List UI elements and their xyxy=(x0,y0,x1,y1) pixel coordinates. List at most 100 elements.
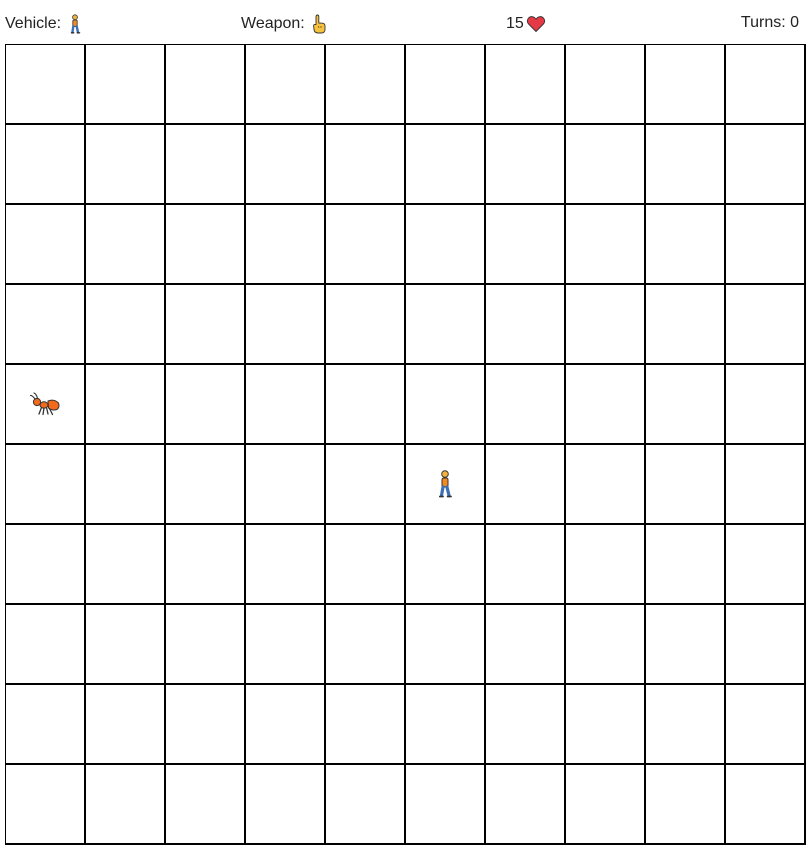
board-cell[interactable] xyxy=(486,205,564,283)
board-cell[interactable] xyxy=(6,525,84,603)
board-cell[interactable] xyxy=(646,285,724,363)
board-cell[interactable] xyxy=(6,445,84,523)
board-cell[interactable] xyxy=(246,685,324,763)
board-cell[interactable] xyxy=(486,45,564,123)
board-cell[interactable] xyxy=(6,765,84,843)
board-cell[interactable] xyxy=(6,45,84,123)
board-cell[interactable] xyxy=(406,205,484,283)
board-cell[interactable] xyxy=(486,365,564,443)
board-cell[interactable] xyxy=(166,445,244,523)
board-cell[interactable] xyxy=(486,685,564,763)
board-cell[interactable] xyxy=(566,445,644,523)
board-cell[interactable] xyxy=(566,765,644,843)
board-cell[interactable] xyxy=(406,445,484,523)
board-cell[interactable] xyxy=(86,445,164,523)
board-cell[interactable] xyxy=(86,605,164,683)
board-cell[interactable] xyxy=(406,765,484,843)
board-cell[interactable] xyxy=(726,45,804,123)
board-cell[interactable] xyxy=(86,285,164,363)
board-cell[interactable] xyxy=(86,525,164,603)
board-cell[interactable] xyxy=(406,685,484,763)
board-cell[interactable] xyxy=(726,685,804,763)
board-cell[interactable] xyxy=(86,205,164,283)
board-cell[interactable] xyxy=(166,45,244,123)
board-cell[interactable] xyxy=(486,605,564,683)
board-cell[interactable] xyxy=(6,605,84,683)
board-cell[interactable] xyxy=(166,525,244,603)
board-cell[interactable] xyxy=(646,365,724,443)
board-cell[interactable] xyxy=(166,285,244,363)
board-cell[interactable] xyxy=(486,445,564,523)
board-cell[interactable] xyxy=(246,205,324,283)
board-cell[interactable] xyxy=(726,205,804,283)
board-cell[interactable] xyxy=(326,605,404,683)
board-cell[interactable] xyxy=(566,685,644,763)
board-cell[interactable] xyxy=(166,125,244,203)
board-cell[interactable] xyxy=(166,685,244,763)
board-cell[interactable] xyxy=(726,285,804,363)
board-cell[interactable] xyxy=(726,765,804,843)
board-cell[interactable] xyxy=(6,125,84,203)
board-cell[interactable] xyxy=(646,525,724,603)
board-cell[interactable] xyxy=(246,365,324,443)
board-cell[interactable] xyxy=(566,285,644,363)
board-cell[interactable] xyxy=(566,45,644,123)
board-cell[interactable] xyxy=(566,605,644,683)
board-cell[interactable] xyxy=(246,285,324,363)
board-cell[interactable] xyxy=(86,685,164,763)
board-cell[interactable] xyxy=(406,125,484,203)
board-cell[interactable] xyxy=(326,445,404,523)
board-cell[interactable] xyxy=(646,205,724,283)
board-cell[interactable] xyxy=(566,125,644,203)
board-cell[interactable] xyxy=(486,525,564,603)
board-cell[interactable] xyxy=(326,685,404,763)
board-cell[interactable] xyxy=(726,445,804,523)
board-cell[interactable] xyxy=(6,365,84,443)
board-cell[interactable] xyxy=(166,365,244,443)
board-cell[interactable] xyxy=(166,205,244,283)
board-cell[interactable] xyxy=(406,365,484,443)
board-cell[interactable] xyxy=(646,125,724,203)
board-cell[interactable] xyxy=(246,445,324,523)
board-cell[interactable] xyxy=(6,685,84,763)
board-cell[interactable] xyxy=(726,365,804,443)
board-cell[interactable] xyxy=(86,125,164,203)
board-cell[interactable] xyxy=(726,525,804,603)
board-cell[interactable] xyxy=(166,605,244,683)
board-cell[interactable] xyxy=(326,205,404,283)
board-cell[interactable] xyxy=(86,45,164,123)
board-cell[interactable] xyxy=(326,125,404,203)
board-cell[interactable] xyxy=(166,765,244,843)
board-cell[interactable] xyxy=(406,45,484,123)
board-cell[interactable] xyxy=(326,285,404,363)
board-cell[interactable] xyxy=(246,525,324,603)
board-cell[interactable] xyxy=(86,765,164,843)
board-cell[interactable] xyxy=(566,205,644,283)
board-cell[interactable] xyxy=(246,605,324,683)
board-cell[interactable] xyxy=(326,365,404,443)
board-cell[interactable] xyxy=(566,365,644,443)
board-cell[interactable] xyxy=(726,605,804,683)
board-cell[interactable] xyxy=(406,285,484,363)
board-cell[interactable] xyxy=(486,765,564,843)
board-cell[interactable] xyxy=(646,685,724,763)
board-cell[interactable] xyxy=(326,525,404,603)
board-cell[interactable] xyxy=(326,45,404,123)
board-cell[interactable] xyxy=(86,365,164,443)
board-cell[interactable] xyxy=(726,125,804,203)
board-cell[interactable] xyxy=(246,125,324,203)
board-cell[interactable] xyxy=(486,125,564,203)
board-cell[interactable] xyxy=(246,45,324,123)
board-cell[interactable] xyxy=(566,525,644,603)
board-cell[interactable] xyxy=(646,445,724,523)
board-cell[interactable] xyxy=(646,605,724,683)
board-cell[interactable] xyxy=(486,285,564,363)
board-cell[interactable] xyxy=(6,285,84,363)
board-cell[interactable] xyxy=(326,765,404,843)
board-cell[interactable] xyxy=(646,765,724,843)
board-cell[interactable] xyxy=(646,45,724,123)
board-cell[interactable] xyxy=(406,605,484,683)
board-cell[interactable] xyxy=(406,525,484,603)
board-cell[interactable] xyxy=(246,765,324,843)
board-cell[interactable] xyxy=(6,205,84,283)
